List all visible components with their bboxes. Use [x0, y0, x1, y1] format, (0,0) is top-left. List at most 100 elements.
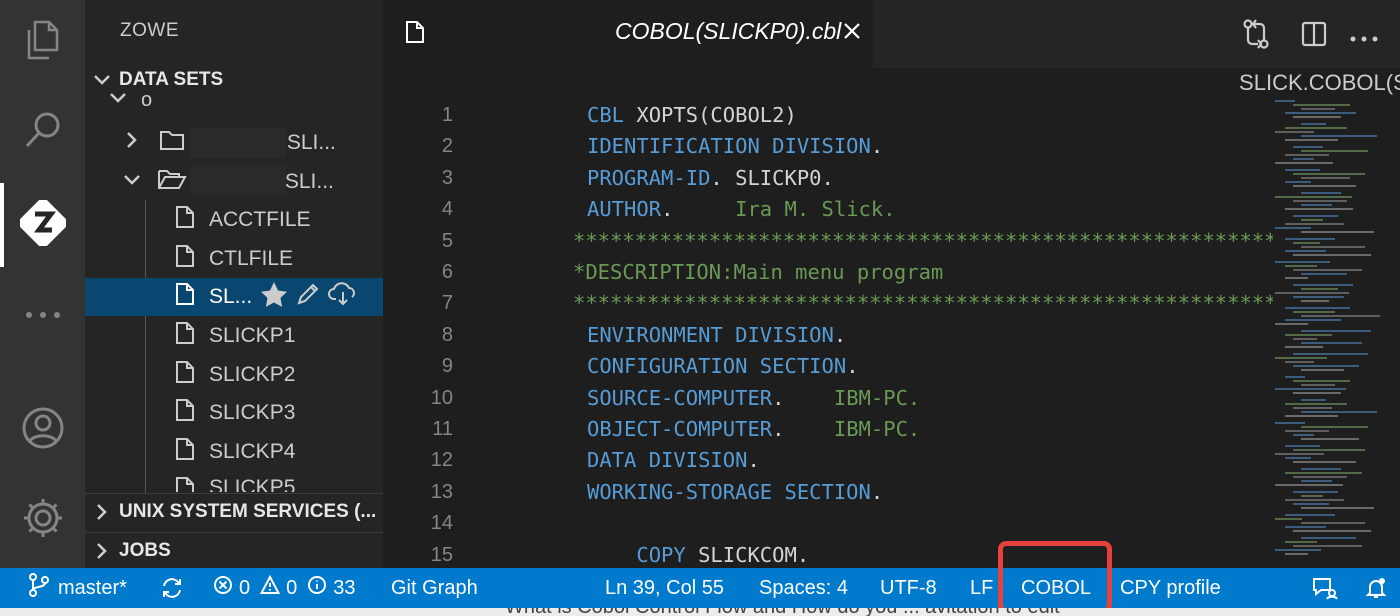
minimap-line — [1293, 365, 1359, 367]
tree-item-slickp2[interactable]: SLICKP2 — [85, 356, 383, 394]
minimap-line — [1293, 449, 1365, 451]
line-number: 11 — [432, 418, 453, 440]
minimap-line — [1301, 369, 1344, 371]
status-bar: master* 0 0 33 Git Graph Ln 39, Col 55 S… — [0, 568, 1400, 608]
sync-icon[interactable] — [160, 568, 184, 608]
tree-item-selected[interactable]: SL... — [85, 278, 383, 316]
code-line[interactable]: 9 CONFIGURATION SECTION. — [383, 351, 1273, 382]
split-editor-icon[interactable] — [1300, 20, 1328, 53]
problems-indicator[interactable]: 0 0 33 — [213, 568, 356, 608]
minimap-line — [1293, 392, 1341, 394]
explorer-icon[interactable] — [0, 10, 85, 70]
minimap-line — [1293, 338, 1317, 340]
line-number: 6 — [441, 261, 453, 283]
minimap-line — [1275, 162, 1333, 164]
code-line[interactable]: 14 — [383, 508, 1273, 539]
pencil-icon[interactable] — [296, 282, 320, 312]
line-number: 9 — [441, 355, 453, 378]
code-line[interactable]: 15 COPY SLICKCOM. — [383, 540, 1273, 568]
tree-item-slickp4[interactable]: SLICKP4 — [85, 433, 383, 471]
code-line[interactable]: 8 ENVIRONMENT DIVISION. — [383, 320, 1273, 351]
minimap-line — [1293, 353, 1368, 355]
code-area[interactable]: 1 CBL XOPTS(COBOL2) 2 IDENTIFICATION DIVISI… — [383, 100, 1314, 568]
minimap-line — [1301, 480, 1332, 482]
code-line[interactable]: 2 IDENTIFICATION DIVISION. — [383, 131, 1273, 162]
minimap-line — [1285, 265, 1317, 267]
code-line[interactable]: 1 CBL XOPTS(COBOL2) — [383, 100, 1273, 131]
cloud-download-icon[interactable] — [328, 281, 358, 313]
minimap-line — [1275, 549, 1321, 551]
tree-item-acctfile[interactable]: ACCTFILE — [85, 201, 383, 239]
code-line[interactable]: 6 *DESCRIPTION:Main menu program — [383, 257, 1273, 288]
minimap-line — [1293, 173, 1365, 175]
line-number: 1 — [441, 104, 453, 126]
breadcrumb: SLICK.COBOL(SL — [383, 68, 1400, 98]
minimap-line — [1293, 380, 1350, 382]
more-icon[interactable] — [0, 285, 85, 345]
zowe-icon[interactable] — [0, 193, 85, 253]
line-number: 15 — [430, 543, 453, 566]
minimap-line — [1293, 491, 1338, 493]
minimap-line — [1301, 507, 1374, 509]
line-number: 2 — [441, 135, 453, 158]
minimap-line — [1285, 208, 1353, 210]
code-line[interactable]: 4 AUTHOR. Ira M. Slick. — [383, 194, 1273, 225]
gear-icon[interactable] — [0, 488, 85, 548]
compare-changes-icon[interactable] — [1241, 18, 1271, 55]
section-uss[interactable]: UNIX SYSTEM SERVICES (... — [85, 493, 383, 529]
page-behind-text: What is Cobol Control Flow and How do yo… — [505, 608, 1060, 616]
branch-indicator[interactable]: master* — [28, 568, 127, 608]
minimap-line — [1285, 472, 1362, 474]
search-icon[interactable] — [0, 100, 85, 160]
code-line[interactable]: 11 OBJECT-COMPUTER. IBM-PC. — [383, 414, 1273, 445]
git-branch-icon — [28, 573, 50, 603]
minimap-line — [1301, 300, 1329, 302]
feedback-icon[interactable] — [1312, 568, 1338, 608]
code-line[interactable]: 10 SOURCE-COMPUTER. IBM-PC. — [383, 383, 1273, 414]
cursor-position[interactable]: Ln 39, Col 55 — [605, 568, 724, 608]
code-text: IDENTIFICATION DIVISION. — [587, 134, 884, 159]
minimap-line — [1301, 231, 1374, 233]
copybook-profile[interactable]: CPY profile — [1120, 568, 1221, 608]
code-line[interactable]: 7 ***************************************… — [383, 288, 1314, 319]
minimap-line — [1301, 246, 1365, 248]
breadcrumb-path[interactable]: SLICK.COBOL(SL — [1239, 70, 1400, 96]
tree-item-slickp5[interactable]: SLICKP5 — [85, 476, 383, 492]
minimap-line — [1301, 123, 1326, 125]
code-line[interactable]: 5 ***************************************… — [383, 226, 1314, 257]
code-text: CBL XOPTS(COBOL2) — [587, 103, 797, 127]
minimap-line — [1275, 388, 1346, 390]
tree-item-ctlfile[interactable]: CTLFILE — [85, 240, 383, 278]
tree-item-label: SL... — [209, 285, 253, 308]
section-jobs[interactable]: JOBS — [85, 532, 383, 568]
encoding[interactable]: UTF-8 — [880, 568, 937, 608]
tab-active[interactable]: COBOL(SLICKP0).cbl — [383, 0, 873, 68]
account-icon[interactable] — [0, 398, 85, 458]
minimap[interactable] — [1273, 98, 1400, 568]
minimap-line — [1285, 169, 1320, 171]
minimap-line — [1275, 518, 1302, 520]
end-of-line[interactable]: LF — [970, 568, 993, 608]
redaction — [437, 20, 615, 46]
tree-item-slickp1[interactable]: SLICKP1 — [85, 317, 383, 355]
bell-icon[interactable] — [1364, 568, 1388, 608]
minimap-line — [1301, 192, 1341, 194]
indentation[interactable]: Spaces: 4 — [759, 568, 848, 608]
code-line[interactable]: 3 PROGRAM-ID. SLICKP0. — [383, 163, 1273, 194]
more-actions-icon[interactable] — [1349, 30, 1379, 48]
error-count: 0 — [239, 576, 251, 599]
minimap-line — [1285, 319, 1341, 321]
tree-item-slickp3[interactable]: SLICKP3 — [85, 394, 383, 432]
code-line[interactable]: 12 DATA DIVISION. — [383, 445, 1273, 476]
minimap-line — [1285, 181, 1311, 183]
tree-item-label: SLICKP2 — [209, 363, 296, 386]
close-icon[interactable] — [843, 22, 861, 45]
code-line[interactable]: 13 WORKING-STORAGE SECTION. — [383, 477, 1273, 508]
git-graph-button[interactable]: Git Graph — [391, 568, 478, 608]
star-icon[interactable] — [260, 281, 288, 313]
minimap-line — [1293, 311, 1335, 313]
tree-item-profile[interactable]: o — [85, 88, 383, 112]
tab-title: COBOL(SLICKP0).cbl — [615, 18, 842, 44]
minimap-line — [1285, 376, 1305, 378]
file-icon — [175, 398, 195, 428]
